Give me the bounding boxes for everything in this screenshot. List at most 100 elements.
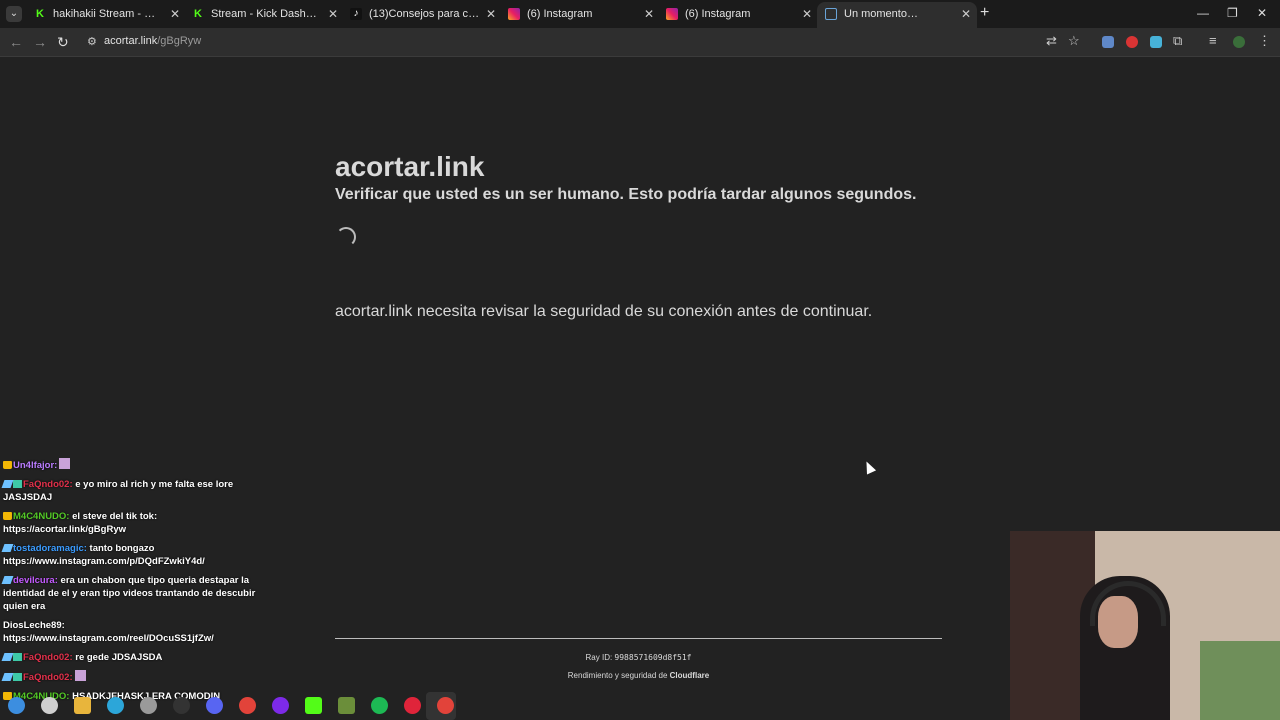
tab-tiktok[interactable]: ♪ (13)Consejos para conquistar: E ✕ bbox=[342, 2, 502, 26]
start-icon[interactable] bbox=[8, 697, 25, 714]
back-button[interactable]: ← bbox=[9, 34, 23, 50]
opera-icon[interactable] bbox=[404, 697, 421, 714]
edge-icon[interactable] bbox=[107, 697, 124, 714]
tiktok-icon: ♪ bbox=[350, 8, 362, 20]
extension-record-icon[interactable] bbox=[1126, 36, 1138, 48]
chat-message: M4C4NUDO: el steve del tik tok: https://… bbox=[3, 510, 273, 536]
chat-message: FaQndo02: bbox=[1, 670, 273, 684]
close-icon[interactable]: ✕ bbox=[802, 2, 812, 26]
url-host: acortar.link bbox=[104, 35, 158, 47]
chat-message: Un4lfajor: bbox=[3, 458, 273, 472]
menu-icon[interactable]: ⋮ bbox=[1258, 33, 1271, 49]
instagram-icon bbox=[508, 8, 520, 20]
new-tab-button[interactable]: + bbox=[980, 4, 989, 22]
settings-icon[interactable] bbox=[140, 697, 157, 714]
chat-username: FaQndo02: bbox=[23, 479, 73, 490]
minecraft-icon[interactable] bbox=[338, 697, 355, 714]
tab-title: Stream - Kick Dashboard bbox=[211, 8, 322, 20]
discord-icon[interactable] bbox=[206, 697, 223, 714]
profile-avatar[interactable] bbox=[1233, 36, 1245, 48]
minimize-button[interactable]: — bbox=[1197, 6, 1209, 20]
kick-icon: K bbox=[192, 8, 204, 20]
close-icon[interactable]: ✕ bbox=[170, 2, 180, 26]
translate-icon[interactable]: ⇄ bbox=[1046, 33, 1057, 49]
tab-kick-stream[interactable]: K hakihakii Stream - Watch Live o ✕ bbox=[26, 2, 186, 26]
window-close-button[interactable]: ✕ bbox=[1257, 6, 1267, 20]
taskbar bbox=[0, 692, 460, 720]
tab-instagram-2[interactable]: (6) Instagram ✕ bbox=[658, 2, 818, 26]
webcam-bed bbox=[1200, 641, 1280, 720]
sword-badge-icon bbox=[1, 544, 14, 552]
extension-icon[interactable] bbox=[1102, 36, 1114, 48]
spotify-icon[interactable] bbox=[371, 697, 388, 714]
performance-prefix: Rendimiento y seguridad de bbox=[567, 671, 668, 680]
page-title: acortar.link bbox=[335, 151, 485, 182]
chat-message: FaQndo02: re gede JDSAJSDA bbox=[1, 651, 273, 664]
tab-search-button[interactable]: ⌄ bbox=[6, 6, 22, 22]
ray-id: Ray ID: 9988571609d8f51f bbox=[335, 653, 942, 662]
tab-kick-dashboard[interactable]: K Stream - Kick Dashboard ✕ bbox=[184, 2, 344, 26]
close-icon[interactable]: ✕ bbox=[961, 2, 971, 26]
sword-badge-icon bbox=[1, 576, 14, 584]
sword-badge-icon bbox=[1, 653, 14, 661]
performance-credit: Rendimiento y seguridad de Cloudflare bbox=[335, 671, 942, 680]
url-path: /gBgRyw bbox=[157, 35, 202, 47]
cloudflare-icon bbox=[825, 8, 837, 20]
reload-button[interactable]: ↻ bbox=[57, 34, 69, 51]
emote-icon bbox=[74, 670, 86, 681]
chat-message: FaQndo02: e yo miro al rich y me falta e… bbox=[1, 478, 273, 504]
obs-icon[interactable] bbox=[173, 697, 190, 714]
gift-badge-icon bbox=[13, 480, 22, 488]
instagram-icon bbox=[666, 8, 678, 20]
chat-username: FaQndo02: bbox=[23, 652, 73, 663]
emote-icon bbox=[59, 458, 71, 469]
chat-username: FaQndo02: bbox=[23, 672, 73, 683]
address-bar[interactable]: ⚙ acortar.link/gBgRyw bbox=[80, 31, 1090, 53]
security-notice: acortar.link necesita revisar la segurid… bbox=[335, 303, 873, 320]
site-info-icon[interactable]: ⚙ bbox=[87, 35, 97, 48]
gift-badge-icon bbox=[13, 673, 22, 681]
reading-list-icon[interactable]: ≡ bbox=[1209, 33, 1217, 48]
canva-icon[interactable] bbox=[272, 697, 289, 714]
stream-chat-overlay: Un4lfajor: FaQndo02: e yo miro al rich y … bbox=[1, 458, 273, 709]
chat-text: re gede JDSAJSDA bbox=[72, 652, 163, 663]
mouse-cursor-icon bbox=[861, 459, 877, 475]
sword-badge-icon bbox=[1, 673, 14, 681]
extension-icon[interactable] bbox=[1150, 36, 1162, 48]
search-icon[interactable] bbox=[41, 697, 58, 714]
chrome-icon[interactable] bbox=[437, 697, 454, 714]
kick-icon[interactable] bbox=[305, 697, 322, 714]
loading-spinner-icon bbox=[336, 227, 356, 247]
chat-username: M4C4NUDO: bbox=[13, 511, 70, 522]
chat-username: tostadoramagic: bbox=[13, 543, 87, 554]
extensions-puzzle-icon[interactable]: ⧉ bbox=[1173, 33, 1182, 49]
tab-title: (6) Instagram bbox=[527, 8, 593, 20]
chat-message: DiosLeche89: https://www.instagram.com/r… bbox=[3, 619, 273, 645]
browser-toolbar: ← → ↻ ⚙ acortar.link/gBgRyw ⇄ ☆ ⧉ ≡ ⋮ bbox=[0, 28, 1280, 57]
bookmark-star-icon[interactable]: ☆ bbox=[1068, 33, 1080, 49]
cloudflare-link[interactable]: Cloudflare bbox=[670, 671, 710, 680]
close-icon[interactable]: ✕ bbox=[486, 2, 496, 26]
footer-divider bbox=[335, 638, 942, 639]
chrome-icon[interactable] bbox=[239, 697, 256, 714]
tab-title: hakihakii Stream - Watch Live o bbox=[53, 8, 164, 20]
chat-username: devilcura: bbox=[13, 575, 58, 586]
tab-title: (13)Consejos para conquistar: E bbox=[369, 8, 480, 20]
tab-instagram-1[interactable]: (6) Instagram ✕ bbox=[500, 2, 660, 26]
chat-text: https://www.instagram.com/reel/DOcuSS1jf… bbox=[3, 633, 214, 644]
chat-username: Un4lfajor: bbox=[13, 460, 58, 471]
webcam-overlay bbox=[1010, 531, 1280, 720]
tab-title: (6) Instagram bbox=[685, 8, 751, 20]
forward-button[interactable]: → bbox=[33, 34, 47, 50]
page-subtitle: Verificar que usted es un ser humano. Es… bbox=[335, 186, 917, 203]
tab-title: Un momento… bbox=[844, 8, 918, 20]
chat-username: DiosLeche89: bbox=[3, 620, 65, 631]
close-icon[interactable]: ✕ bbox=[328, 2, 338, 26]
folder-icon[interactable] bbox=[74, 697, 91, 714]
chat-message: tostadoramagic: tanto bongazo https://ww… bbox=[1, 542, 273, 568]
close-icon[interactable]: ✕ bbox=[644, 2, 654, 26]
chat-message: devilcura: era un chabon que tipo queria… bbox=[1, 574, 273, 613]
sword-badge-icon bbox=[1, 480, 14, 488]
tab-un-momento[interactable]: Un momento… ✕ bbox=[817, 2, 977, 28]
restore-button[interactable]: ❐ bbox=[1227, 6, 1238, 20]
